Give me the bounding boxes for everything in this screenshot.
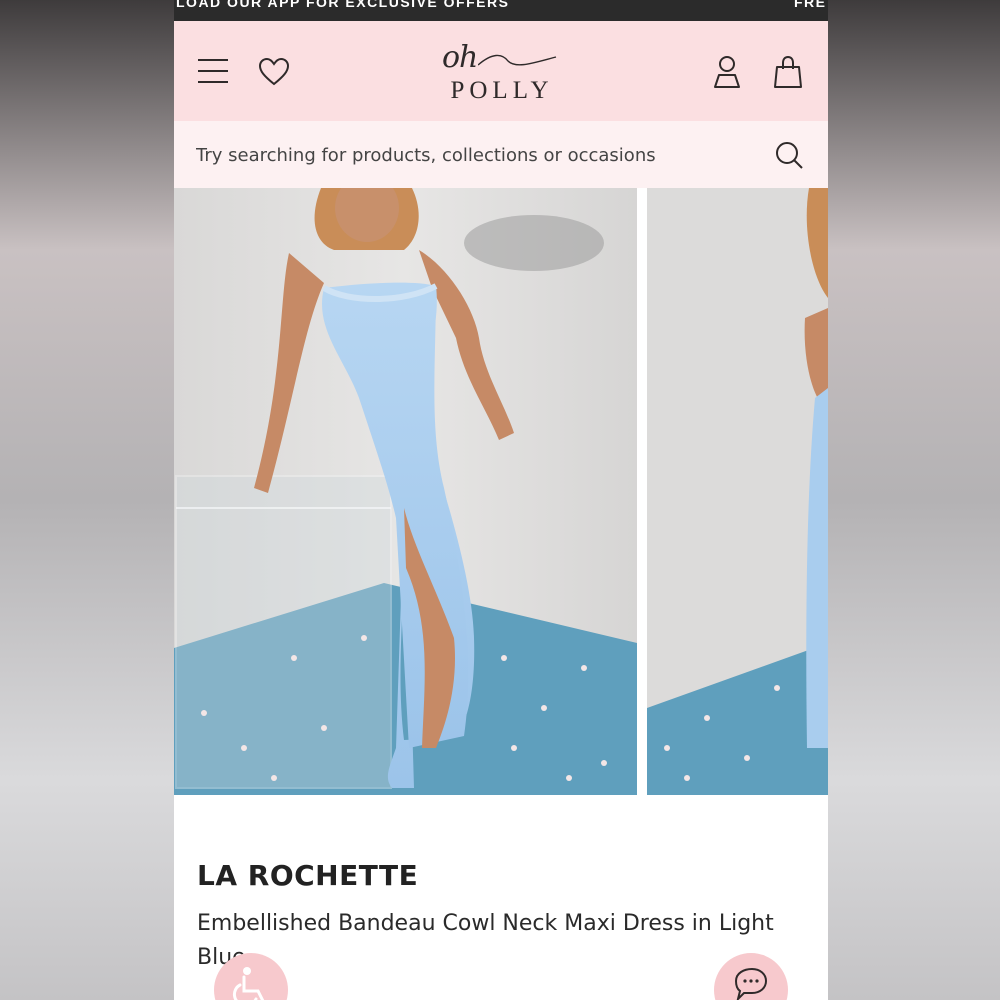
product-brand: LA ROCHETTE (197, 859, 419, 892)
product-photo-side[interactable] (647, 188, 828, 795)
promo-text: LOAD OUR APP FOR EXCLUSIVE OFFERS (176, 0, 510, 10)
promo-banner[interactable]: LOAD OUR APP FOR EXCLUSIVE OFFERS FRE (174, 0, 828, 21)
promo-text-next: FRE (794, 0, 827, 10)
logo-wordmark: POLLY (450, 77, 554, 104)
background-blur-left (0, 0, 174, 1000)
account-icon[interactable] (712, 55, 742, 89)
bag-icon[interactable] (773, 55, 803, 89)
search-bar (174, 121, 828, 188)
chat-button[interactable] (714, 953, 788, 1000)
chat-bubbles-icon (734, 967, 768, 1000)
product-image-carousel[interactable] (174, 188, 828, 795)
search-input[interactable] (196, 142, 756, 168)
search-icon[interactable] (774, 140, 804, 170)
menu-icon[interactable] (196, 57, 230, 85)
wheelchair-icon (233, 967, 265, 1000)
logo-script: oh (442, 40, 478, 75)
logo-swash (478, 54, 557, 66)
background-blur-right (828, 0, 1000, 1000)
mobile-page: LOAD OUR APP FOR EXCLUSIVE OFFERS FRE oh… (174, 0, 828, 1000)
site-header: oh POLLY (174, 21, 828, 121)
product-photo-front[interactable] (174, 188, 637, 795)
brand-logo[interactable]: oh POLLY (438, 41, 562, 105)
accessibility-button[interactable] (214, 953, 288, 1000)
heart-icon[interactable] (258, 57, 290, 87)
